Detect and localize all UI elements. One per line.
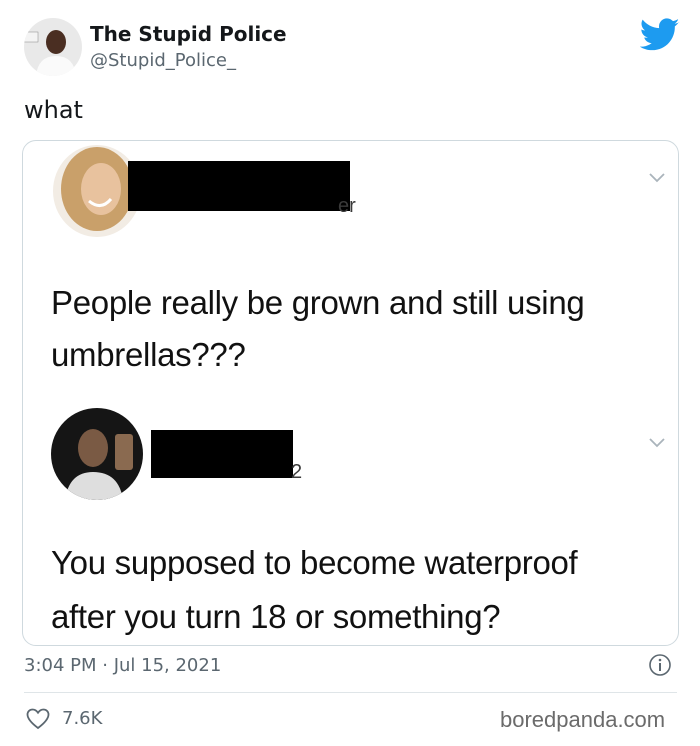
first-poster-handle-fragment: er xyxy=(338,195,356,217)
author-avatar[interactable] xyxy=(24,18,82,76)
embedded-screenshot: er People really be grown and still usin… xyxy=(22,140,679,646)
second-post-line-1: You supposed to become waterproof xyxy=(51,544,578,581)
twitter-bird-icon[interactable] xyxy=(639,18,680,52)
chevron-down-icon[interactable] xyxy=(648,169,666,183)
first-post-line-1: People really be grown and still using xyxy=(51,284,585,321)
like-count[interactable]: 7.6K xyxy=(62,708,102,729)
second-poster-handle-fragment: 2 xyxy=(291,461,303,483)
divider xyxy=(24,692,677,693)
redaction-bar xyxy=(151,430,293,478)
watermark: boredpanda.com xyxy=(500,707,666,732)
tweet-text: what xyxy=(24,96,83,124)
author-display-name[interactable]: The Stupid Police xyxy=(90,22,287,46)
redaction-bar xyxy=(128,161,350,211)
tweet-timestamp[interactable]: 3:04 PM · Jul 15, 2021 xyxy=(24,655,221,676)
chevron-down-icon[interactable] xyxy=(648,434,666,448)
second-post-line-2: after you turn 18 or something? xyxy=(51,598,501,635)
info-icon[interactable] xyxy=(648,653,672,677)
author-handle[interactable]: @Stupid_Police_ xyxy=(90,50,236,71)
first-post-line-2: umbrellas??? xyxy=(51,336,246,373)
heart-icon[interactable] xyxy=(26,708,50,730)
second-poster-avatar xyxy=(51,408,143,500)
